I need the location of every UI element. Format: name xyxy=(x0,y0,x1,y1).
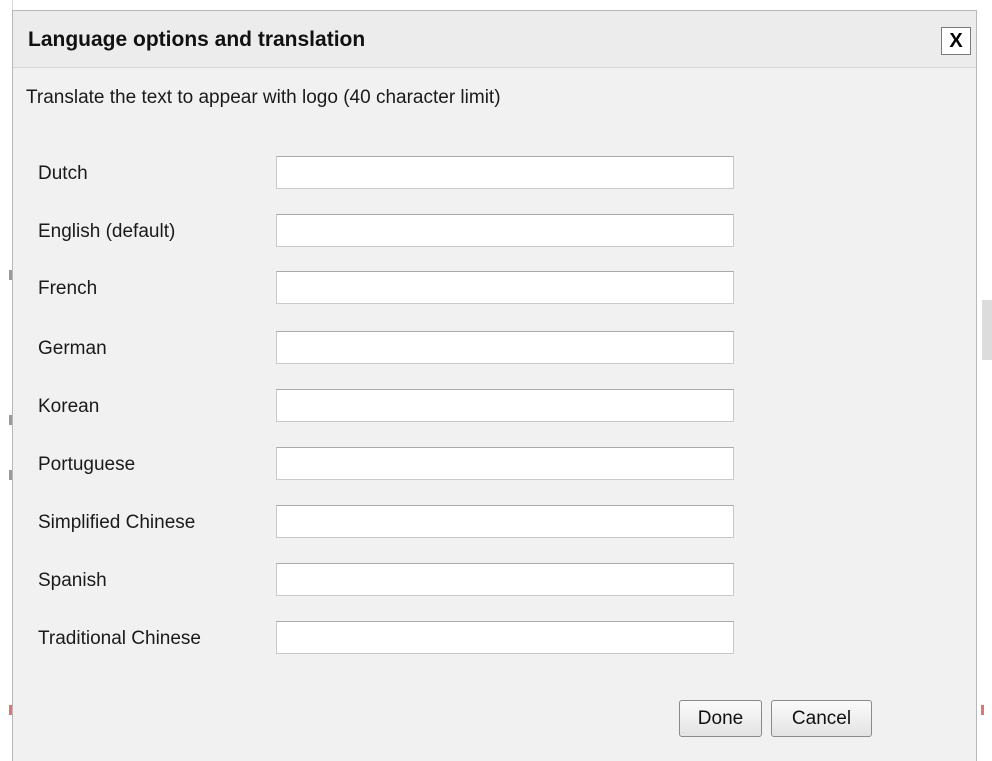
dialog-title-bar[interactable]: Language options and translation X xyxy=(13,11,976,68)
field-row-korean: Korean xyxy=(13,389,976,425)
translation-input-traditional-chinese[interactable] xyxy=(276,621,734,654)
cancel-button[interactable]: Cancel xyxy=(771,700,872,737)
dialog-instruction: Translate the text to appear with logo (… xyxy=(26,87,501,108)
translation-input-german[interactable] xyxy=(276,331,734,364)
field-row-dutch: Dutch xyxy=(13,156,976,192)
field-label-french: French xyxy=(38,278,98,299)
field-row-portuguese: Portuguese xyxy=(13,447,976,483)
field-row-german: German xyxy=(13,331,976,367)
field-row-spanish: Spanish xyxy=(13,563,976,599)
field-label-spanish: Spanish xyxy=(38,570,107,591)
field-row-french: French xyxy=(13,271,976,307)
background-edge-right xyxy=(978,0,992,761)
background-mark xyxy=(981,705,984,715)
language-options-dialog: Language options and translation X Trans… xyxy=(12,10,977,761)
done-button[interactable]: Done xyxy=(679,700,762,737)
page: Language options and translation X Trans… xyxy=(0,0,992,761)
dialog-title: Language options and translation xyxy=(28,28,366,51)
field-label-korean: Korean xyxy=(38,396,100,417)
translation-input-simplified-chinese[interactable] xyxy=(276,505,734,538)
field-row-english: English (default) xyxy=(13,214,976,250)
close-button[interactable]: X xyxy=(941,27,971,55)
translation-input-french[interactable] xyxy=(276,271,734,304)
translation-input-spanish[interactable] xyxy=(276,563,734,596)
field-label-english: English (default) xyxy=(38,221,176,242)
field-label-dutch: Dutch xyxy=(38,163,88,184)
translation-input-dutch[interactable] xyxy=(276,156,734,189)
translation-input-korean[interactable] xyxy=(276,389,734,422)
translation-input-portuguese[interactable] xyxy=(276,447,734,480)
field-row-traditional-chinese: Traditional Chinese xyxy=(13,621,976,657)
field-label-german: German xyxy=(38,338,107,359)
field-label-traditional-chinese: Traditional Chinese xyxy=(38,628,201,649)
background-scrollbar[interactable] xyxy=(982,300,992,360)
field-label-simplified-chinese: Simplified Chinese xyxy=(38,512,196,533)
translation-input-english[interactable] xyxy=(276,214,734,247)
field-row-simplified-chinese: Simplified Chinese xyxy=(13,505,976,541)
field-label-portuguese: Portuguese xyxy=(38,454,136,475)
